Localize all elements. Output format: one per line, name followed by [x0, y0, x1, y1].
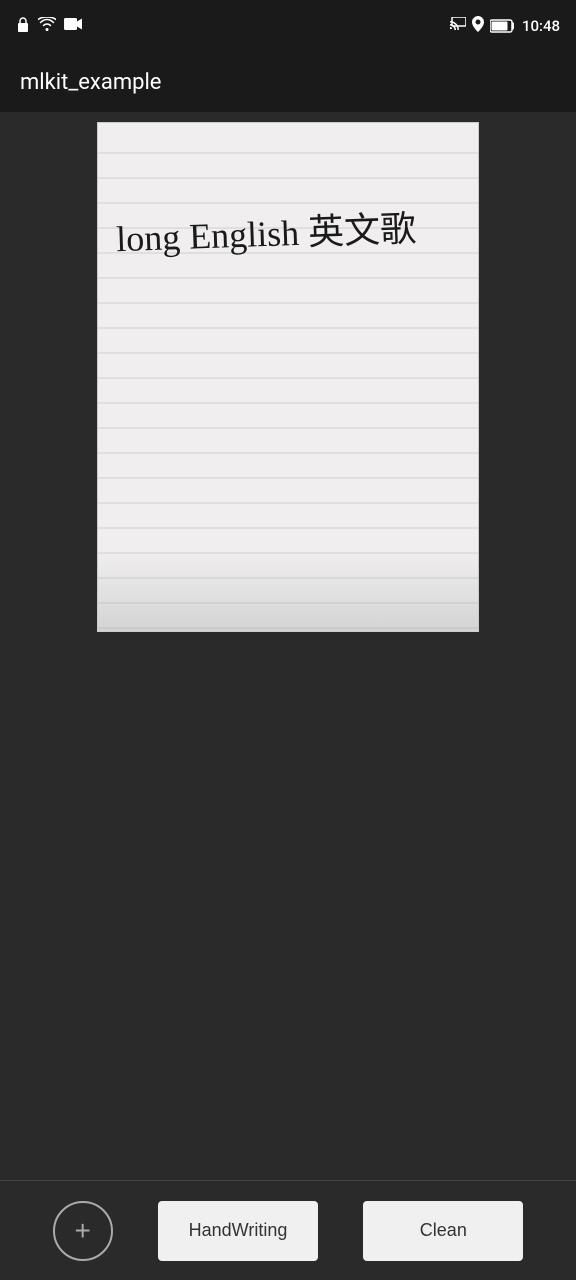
battery-icon — [490, 19, 516, 33]
status-time: 10:48 — [522, 17, 560, 35]
plus-icon: + — [74, 1217, 90, 1245]
add-button[interactable]: + — [53, 1201, 113, 1261]
cast-icon — [450, 17, 466, 35]
handwriting-button[interactable]: HandWriting — [158, 1201, 318, 1261]
status-bar: 10:48 — [0, 0, 576, 52]
handwriting-text: long English 英文歌 — [115, 200, 417, 262]
lock-icon — [16, 16, 30, 36]
location-icon — [472, 16, 484, 36]
bottom-bar: + HandWriting Clean — [0, 1180, 576, 1280]
clean-button[interactable]: Clean — [363, 1201, 523, 1261]
app-title: mlkit_example — [20, 70, 161, 95]
main-content: long English 英文歌 — [0, 112, 576, 1180]
paper-container: long English 英文歌 — [97, 122, 479, 632]
status-bar-left — [16, 16, 84, 36]
app-bar: mlkit_example — [0, 52, 576, 112]
handwriting-label: HandWriting — [189, 1220, 288, 1241]
paper-shadow — [98, 551, 478, 631]
status-bar-right: 10:48 — [450, 16, 560, 36]
wifi-icon — [38, 17, 56, 35]
video-icon — [64, 17, 84, 35]
clean-label: Clean — [420, 1220, 467, 1241]
